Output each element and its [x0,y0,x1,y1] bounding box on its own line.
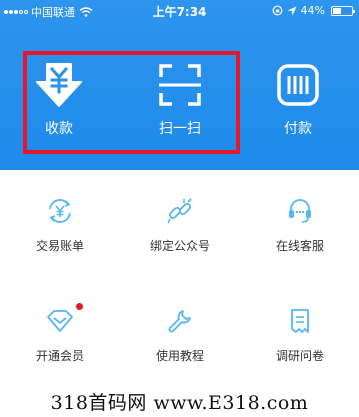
battery-percent: 44% [300,4,325,17]
battery-icon [331,5,355,16]
survey-label: 调研问卷 [275,349,324,363]
grid-item-transaction-bill[interactable]: 交易账单 [0,170,120,280]
open-membership-label: 开通会员 [35,349,84,363]
header-panel: 中国联通 上午7:34 44% 收款 扫一扫 付款 [0,0,359,170]
status-right: 44% [272,4,355,17]
online-support-label: 在线客服 [275,239,324,253]
grid-item-online-support[interactable]: 在线客服 [240,170,359,280]
user-guide-label: 使用教程 [155,349,204,363]
feature-grid: 交易账单 绑定公众号 在线客服 开通会员 使用教程 调研问卷 [0,170,359,390]
wrench-icon [168,310,191,333]
link-icon [167,198,192,224]
pay-button[interactable]: 付款 [253,60,343,150]
location-arrow-icon [287,6,297,15]
headset-icon [289,199,311,223]
grid-item-bind-official-account[interactable]: 绑定公众号 [120,170,240,280]
grid-item-survey[interactable]: 调研问卷 [240,280,359,390]
survey-icon [291,309,309,333]
yuan-cycle-icon [49,199,71,223]
status-bar: 中国联通 上午7:34 44% [0,0,359,22]
watermark-text: 318首码网 www.E318.com [0,390,359,417]
rotation-lock-icon [272,5,282,16]
grid-item-user-guide[interactable]: 使用教程 [120,280,240,390]
transaction-bill-label: 交易账单 [35,239,84,253]
grid-item-open-membership[interactable]: 开通会员 [0,280,120,390]
red-highlight-annotation [23,51,240,154]
pay-label: 付款 [284,121,312,137]
bind-official-account-label: 绑定公众号 [149,239,210,253]
diamond-icon [47,310,73,332]
notification-dot [76,303,83,310]
barcode-icon [277,64,319,106]
